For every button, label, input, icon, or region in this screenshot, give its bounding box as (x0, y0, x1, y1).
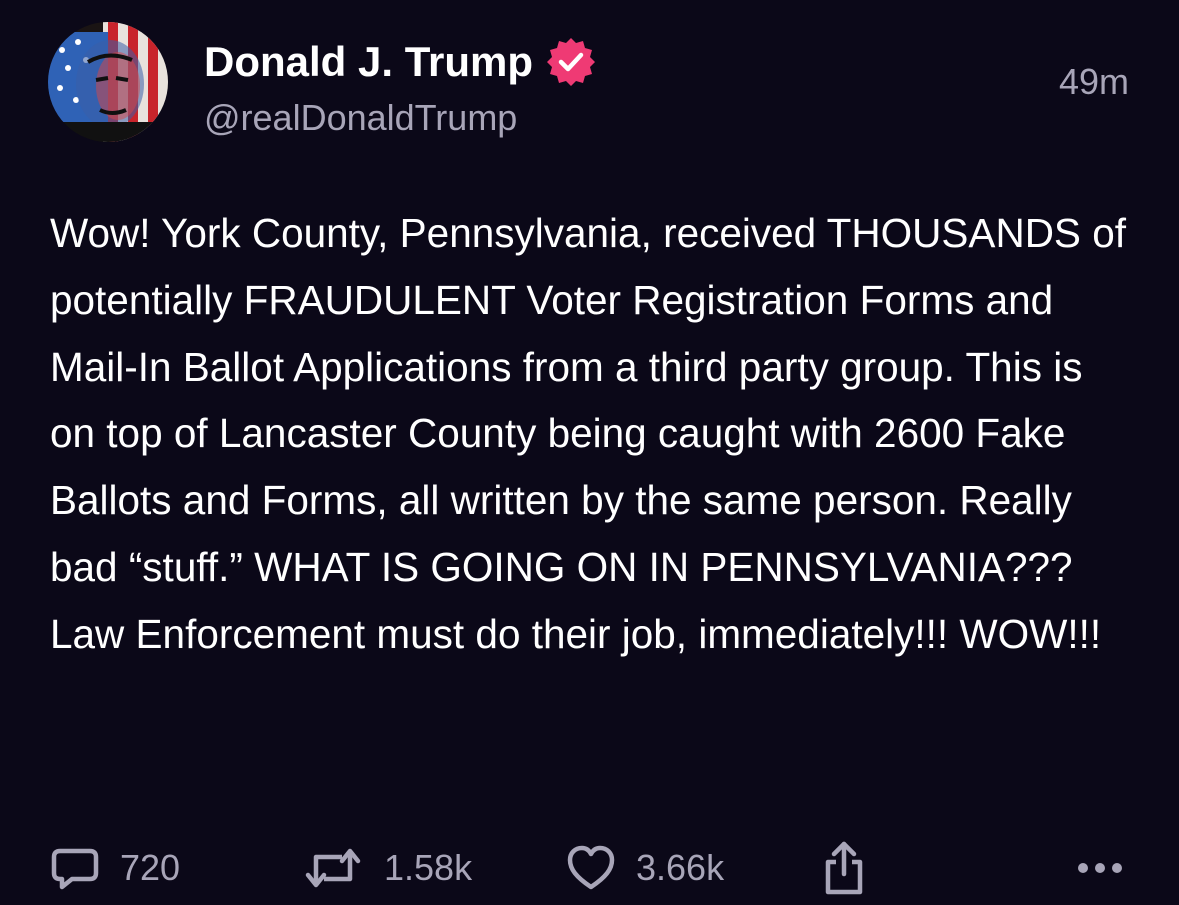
author-name[interactable]: Donald J. Trump (204, 36, 597, 88)
retruth-button[interactable]: 1.58k (302, 840, 472, 896)
author-handle[interactable]: @realDonaldTrump (204, 96, 517, 140)
verified-badge-icon (545, 36, 597, 88)
like-count: 3.66k (636, 847, 725, 888)
author-name-text: Donald J. Trump (204, 38, 534, 85)
reply-count: 720 (120, 847, 181, 888)
retruth-count: 1.58k (384, 847, 473, 888)
reply-button[interactable]: 720 (50, 840, 180, 896)
heart-icon (566, 843, 616, 893)
post-body: Wow! York County, Pennsylvania, received… (50, 210, 1126, 657)
post-timestamp[interactable]: 49m (1059, 60, 1129, 104)
avatar-image (48, 22, 168, 142)
retruth-icon (302, 843, 364, 893)
like-button[interactable]: 3.66k (566, 840, 724, 896)
avatar[interactable] (48, 22, 168, 142)
share-icon (822, 840, 866, 896)
more-options-button[interactable] (1075, 840, 1125, 896)
action-bar: 720 1.58k 3.66k (0, 840, 1179, 896)
post-card: Donald J. Trump @realDonaldTrump 49m Wow… (0, 0, 1179, 905)
share-button[interactable] (822, 840, 866, 896)
comment-icon (50, 843, 100, 893)
more-icon (1075, 858, 1125, 878)
